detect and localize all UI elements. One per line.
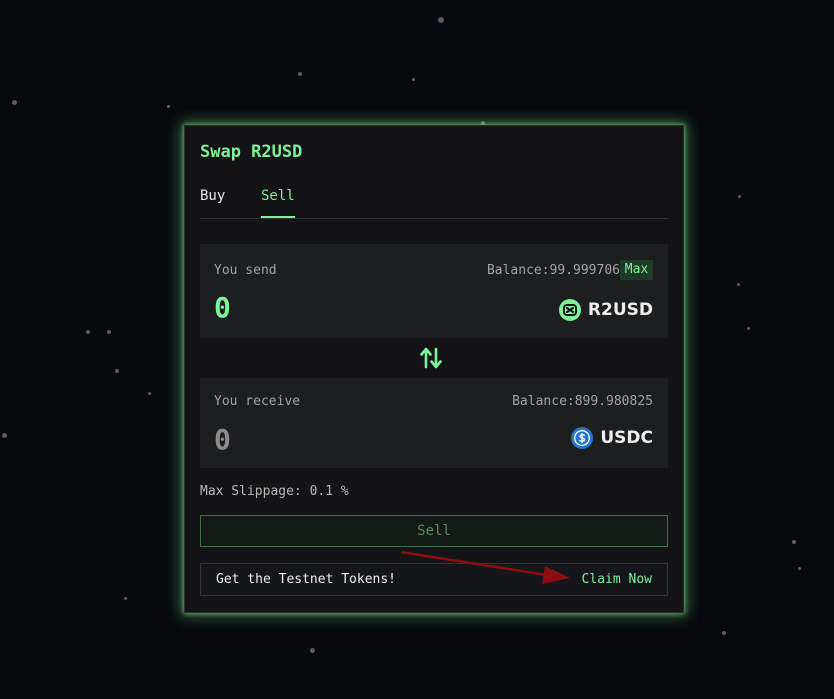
send-label: You send	[214, 263, 277, 278]
background-star	[115, 369, 119, 373]
receive-token-name: USDC	[600, 428, 653, 448]
background-star	[738, 195, 741, 198]
testnet-tokens-text: Get the Testnet Tokens!	[216, 572, 397, 587]
send-panel: You send Balance:99.999706 Max R2USD	[200, 244, 668, 338]
background-star	[167, 105, 170, 108]
background-star	[438, 17, 444, 23]
background-star	[2, 433, 7, 438]
background-star	[310, 648, 315, 653]
receive-balance: Balance:899.980825	[512, 394, 653, 409]
usdc-token-icon	[571, 427, 594, 449]
testnet-tokens-banner: Get the Testnet Tokens! Claim Now	[200, 563, 668, 596]
r2usd-token-icon	[558, 299, 581, 321]
send-token-name: R2USD	[587, 300, 653, 320]
swap-direction-icon[interactable]	[418, 345, 444, 371]
send-token-selector[interactable]: R2USD	[558, 299, 653, 321]
send-amount-input[interactable]	[214, 288, 394, 326]
background-star	[298, 72, 302, 76]
claim-now-link[interactable]: Claim Now	[582, 572, 652, 587]
background-star	[12, 100, 17, 105]
receive-amount-input[interactable]	[214, 420, 394, 458]
background-star	[747, 327, 750, 330]
active-tab-underline	[261, 216, 295, 218]
tab-sell[interactable]: Sell	[261, 188, 295, 218]
tab-sell-label: Sell	[261, 188, 295, 204]
background-star	[124, 597, 127, 600]
receive-label: You receive	[214, 394, 301, 409]
background-star	[148, 392, 151, 395]
background-star	[412, 78, 415, 81]
swap-title: Swap R2USD	[200, 142, 303, 162]
background-star	[737, 283, 740, 286]
max-button[interactable]: Max	[620, 260, 653, 280]
swap-tabs: Buy Sell	[200, 186, 668, 219]
tab-buy[interactable]: Buy	[200, 188, 225, 204]
sell-button[interactable]: Sell	[200, 515, 668, 547]
background-star	[792, 540, 796, 544]
max-slippage-text: Max Slippage: 0.1 %	[200, 484, 349, 499]
send-balance: Balance:99.999706	[486, 263, 620, 278]
background-star	[107, 330, 111, 334]
background-star	[798, 567, 801, 570]
receive-panel: You receive Balance:899.980825 USDC	[200, 378, 668, 468]
swap-card: Swap R2USD Buy Sell You send Balance:99.…	[184, 125, 684, 613]
background-star	[86, 330, 90, 334]
receive-token-selector[interactable]: USDC	[571, 427, 653, 449]
background-star	[722, 631, 726, 635]
